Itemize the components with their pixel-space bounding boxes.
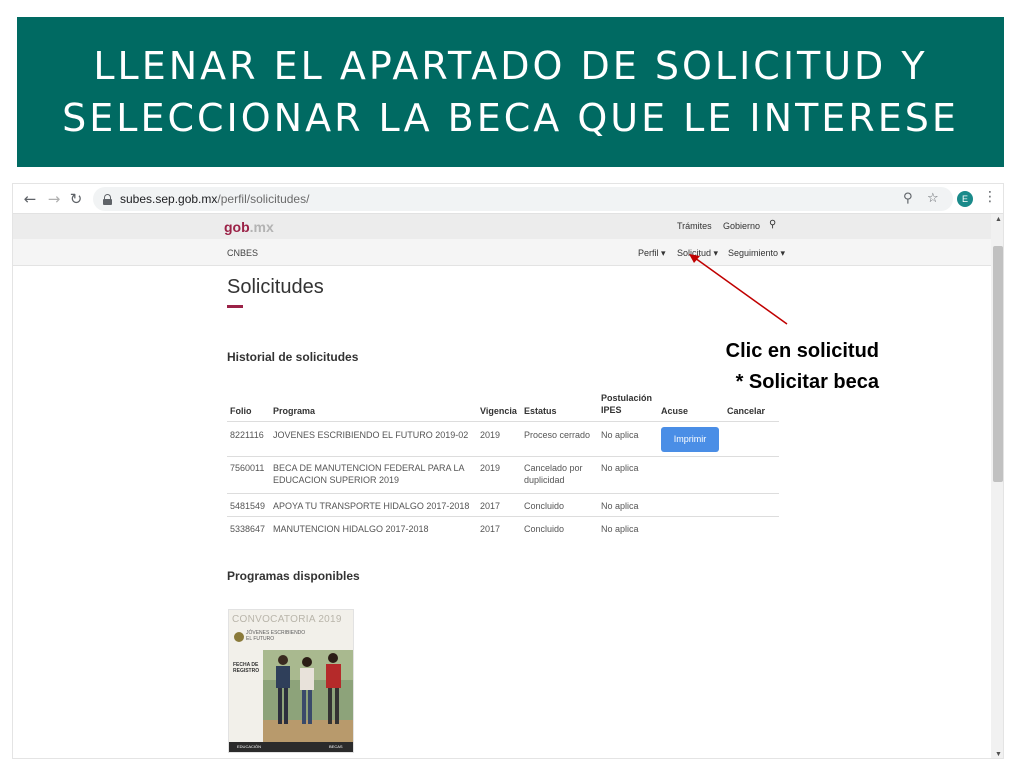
table-cell-estatus: Cancelado por duplicidad bbox=[524, 463, 583, 485]
top-link-gobierno[interactable]: Gobierno bbox=[723, 221, 760, 231]
table-divider bbox=[227, 421, 779, 422]
slide-title: LLENAR EL APARTADO DE SOLICITUD Y SELECC… bbox=[62, 40, 959, 144]
table-cell-programa: APOYA TU TRANSPORTE HIDALGO 2017-2018 bbox=[273, 501, 470, 511]
vertical-scrollbar[interactable]: ▲ ▼ bbox=[991, 214, 1003, 758]
gob-mx-logo[interactable]: gob.mx bbox=[224, 219, 274, 235]
slide-title-line-2: SELECCIONAR LA BECA QUE LE INTERESE bbox=[62, 96, 959, 140]
scroll-thumb[interactable] bbox=[993, 246, 1003, 482]
annotation-text: Clic en solicitud * Solicitar beca bbox=[700, 336, 879, 398]
col-folio: Folio bbox=[230, 406, 252, 416]
annotation-line-2: * Solicitar beca bbox=[735, 371, 879, 393]
table-cell-folio: 7560011 bbox=[230, 463, 265, 473]
card-footer-educacion: EDUCACIÓN bbox=[237, 744, 262, 749]
table-cell-vigencia: 2019 bbox=[480, 430, 501, 440]
card-footer-becas: BECAS bbox=[329, 744, 343, 749]
search-icon[interactable]: ⚲ bbox=[769, 219, 776, 230]
table-cell-ipes: No aplica bbox=[601, 524, 639, 534]
star-icon[interactable]: ☆ bbox=[927, 191, 939, 206]
col-vigencia: Vigencia bbox=[480, 406, 517, 416]
history-heading: Historial de solicitudes bbox=[227, 350, 359, 364]
scroll-down-icon[interactable]: ▼ bbox=[995, 751, 1002, 758]
avatar[interactable]: E bbox=[957, 191, 973, 207]
table-cell-vigencia: 2017 bbox=[480, 524, 501, 534]
brand-cnbes[interactable]: CNBES bbox=[227, 248, 258, 258]
kebab-menu-icon[interactable]: ⋮ bbox=[983, 189, 997, 205]
table-cell-folio: 8221116 bbox=[230, 430, 264, 440]
menu-perfil[interactable]: Perfil ▾ bbox=[638, 248, 666, 259]
col-estatus: Estatus bbox=[524, 406, 557, 416]
gob-top-bar: gob.mx Trámites Gobierno ⚲ bbox=[13, 214, 991, 239]
scroll-up-icon[interactable]: ▲ bbox=[995, 216, 1002, 223]
menu-seguimiento[interactable]: Seguimiento ▾ bbox=[728, 248, 785, 259]
lock-icon bbox=[103, 193, 112, 205]
table-cell-ipes: No aplica bbox=[601, 430, 639, 440]
site-navbar: CNBES Perfil ▾ Solicitud ▾ Seguimiento ▾ bbox=[13, 239, 991, 266]
table-cell-folio: 5338647 bbox=[230, 524, 266, 534]
zoom-icon[interactable]: ⚲ bbox=[903, 191, 913, 206]
table-cell-estatus: Concluido bbox=[524, 524, 565, 534]
title-underline bbox=[227, 305, 243, 308]
browser-window: ← → ↻ subes.sep.gob.mx/perfil/solicitude… bbox=[12, 183, 1004, 759]
page-title: Solicitudes bbox=[227, 276, 324, 298]
table-cell-ipes: No aplica bbox=[601, 463, 639, 473]
table-cell-programa: JOVENES ESCRIBIENDO EL FUTURO 2019-02 bbox=[273, 430, 469, 440]
table-cell-vigencia: 2017 bbox=[480, 501, 501, 511]
table-cell-programa: BECA DE MANUTENCION FEDERAL PARA LA EDUC… bbox=[273, 463, 465, 485]
slide-header: LLENAR EL APARTADO DE SOLICITUD Y SELECC… bbox=[17, 17, 1004, 167]
browser-toolbar: ← → ↻ subes.sep.gob.mx/perfil/solicitude… bbox=[13, 184, 1003, 214]
table-cell-folio: 5481549 bbox=[230, 501, 266, 511]
col-cancelar: Cancelar bbox=[727, 406, 766, 416]
table-divider bbox=[227, 516, 779, 517]
col-postulacion-ipes: Postulación IPES bbox=[601, 393, 653, 415]
col-programa: Programa bbox=[273, 406, 316, 416]
url-text: subes.sep.gob.mx/perfil/solicitudes/ bbox=[120, 192, 310, 206]
table-cell-ipes: No aplica bbox=[601, 501, 639, 511]
available-programs-heading: Programas disponibles bbox=[227, 569, 360, 583]
table-divider bbox=[227, 456, 779, 457]
card-footer: EDUCACIÓN BECAS bbox=[229, 742, 353, 752]
table-divider bbox=[227, 493, 779, 494]
table-cell-programa: MANUTENCION HIDALGO 2017-2018 bbox=[273, 524, 429, 534]
print-button[interactable]: Imprimir bbox=[661, 427, 719, 452]
menu-solicitud[interactable]: Solicitud ▾ bbox=[677, 248, 718, 259]
forward-arrow-icon[interactable]: → bbox=[45, 190, 63, 208]
reload-icon[interactable]: ↻ bbox=[67, 190, 85, 208]
slide-title-line-1: LLENAR EL APARTADO DE SOLICITUD Y bbox=[93, 44, 928, 88]
top-link-tramites[interactable]: Trámites bbox=[677, 221, 712, 231]
address-bar[interactable]: subes.sep.gob.mx/perfil/solicitudes/ ⚲ ☆ bbox=[93, 187, 953, 211]
col-acuse: Acuse bbox=[661, 406, 689, 416]
table-cell-vigencia: 2019 bbox=[480, 463, 501, 473]
table-cell-estatus: Proceso cerrado bbox=[524, 430, 591, 440]
program-card-convocatoria[interactable]: CONVOCATORIA 2019 JÓVENES ESCRIBIENDO EL… bbox=[228, 609, 354, 753]
back-arrow-icon[interactable]: ← bbox=[21, 190, 39, 208]
table-cell-estatus: Concluido bbox=[524, 501, 565, 511]
annotation-line-1: Clic en solicitud bbox=[725, 340, 879, 362]
web-page: gob.mx Trámites Gobierno ⚲ CNBES Perfil … bbox=[13, 214, 991, 758]
students-photo bbox=[263, 650, 353, 744]
